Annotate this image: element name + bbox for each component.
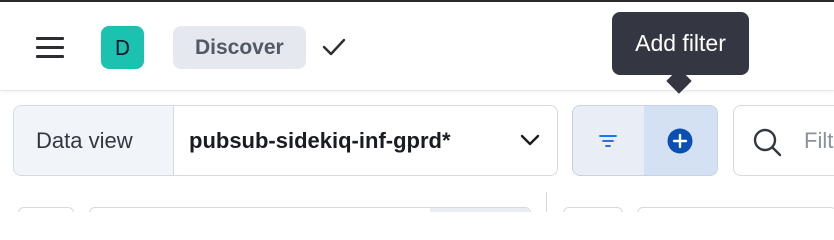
breadcrumb-label: Discover [195, 35, 284, 59]
check-icon [322, 38, 346, 56]
tooltip-text: Add filter [635, 30, 726, 56]
breadcrumb-discover[interactable]: Discover [173, 26, 306, 69]
filter-options-button[interactable] [573, 106, 644, 175]
panel-divider [546, 192, 547, 212]
query-search-input[interactable]: Filt [733, 105, 834, 176]
search-placeholder: Filt [804, 128, 834, 153]
data-view-value: pubsub-sidekiq-inf-gprd* [189, 127, 451, 153]
add-filter-tooltip: Add filter [612, 12, 749, 75]
data-view-picker[interactable]: Data view pubsub-sidekiq-inf-gprd* [13, 105, 558, 176]
field-search-addon [430, 208, 530, 212]
search-icon [753, 128, 782, 157]
panel-control[interactable] [563, 207, 623, 212]
chevron-down-icon [520, 134, 540, 146]
add-filter-button[interactable] [643, 106, 717, 175]
panel-control[interactable] [637, 207, 834, 212]
hamburger-line [36, 36, 64, 40]
filter-button-group [572, 105, 718, 176]
plus-circle-icon [667, 128, 693, 153]
hamburger-line [36, 54, 64, 58]
menu-button[interactable] [30, 30, 70, 64]
sidebar-control[interactable] [18, 207, 74, 212]
filter-lines-icon [599, 134, 618, 147]
data-view-selector[interactable]: pubsub-sidekiq-inf-gprd* [174, 106, 557, 175]
app-frame: D Discover Add filter Data view pubsub-s… [0, 0, 834, 212]
hamburger-line [36, 45, 64, 49]
space-avatar[interactable]: D [101, 26, 144, 69]
data-view-label: Data view [14, 106, 174, 175]
